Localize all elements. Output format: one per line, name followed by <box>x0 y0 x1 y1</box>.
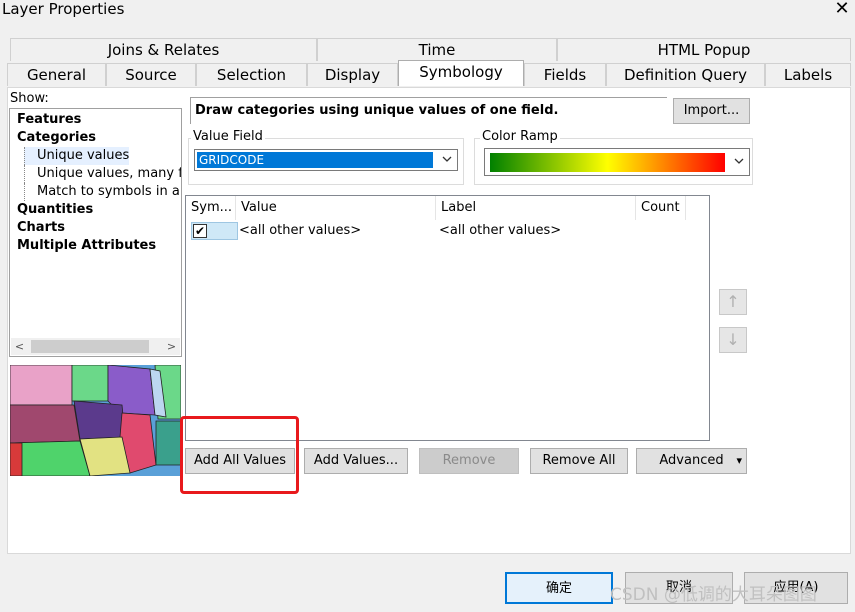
tree-item-multiple-attributes[interactable]: Multiple Attributes <box>17 237 156 255</box>
watermark-text: CSDN @低调的大耳朵图图 <box>610 585 817 605</box>
show-label: Show: <box>10 91 49 106</box>
add-values-button[interactable]: Add Values... <box>304 448 408 474</box>
tree-item-unique-values[interactable]: Unique values <box>24 147 130 165</box>
chevron-down-icon <box>441 153 453 168</box>
tab-source[interactable]: Source <box>106 63 196 86</box>
row-checkbox[interactable]: ✔ <box>193 224 207 238</box>
ok-button[interactable]: 确定 <box>505 572 613 604</box>
row-label: <all other values> <box>439 223 562 238</box>
tab-display[interactable]: Display <box>307 63 398 86</box>
move-up-button[interactable]: ↑ <box>719 289 747 315</box>
tree-item-quantities[interactable]: Quantities <box>17 201 93 219</box>
column-header-symbol[interactable]: Sym... <box>186 196 236 220</box>
tree-item-match-symbols[interactable]: Match to symbols in a sty <box>24 183 181 201</box>
column-header-value[interactable]: Value <box>236 196 436 220</box>
tab-html-popup[interactable]: HTML Popup <box>557 38 851 61</box>
value-field-value: GRIDCODE <box>197 152 433 168</box>
advanced-label: Advanced <box>659 453 724 468</box>
tab-labels[interactable]: Labels <box>765 63 851 86</box>
symbol-swatch[interactable]: ✔ <box>191 222 238 240</box>
remove-all-button[interactable]: Remove All <box>530 448 628 474</box>
column-header-count[interactable]: Count <box>636 196 686 220</box>
chevron-down-icon <box>733 155 745 170</box>
row-value: <all other values> <box>239 223 362 238</box>
arrow-down-icon: ↓ <box>726 330 740 349</box>
column-header-label[interactable]: Label <box>436 196 636 220</box>
dropdown-arrow-icon: ▾ <box>736 454 742 467</box>
tab-fields[interactable]: Fields <box>524 63 606 86</box>
tree-item-categories[interactable]: Categories <box>17 129 96 147</box>
show-tree[interactable]: Features Categories Unique values Unique… <box>9 108 182 357</box>
tab-symbology[interactable]: Symbology <box>398 60 524 86</box>
tree-item-charts[interactable]: Charts <box>17 219 65 237</box>
value-field-select[interactable]: GRIDCODE <box>194 149 458 171</box>
remove-button[interactable]: Remove <box>419 448 519 474</box>
renderer-description: Draw categories using unique values of o… <box>190 97 667 124</box>
color-ramp-select[interactable] <box>484 148 750 176</box>
window-title: Layer Properties <box>2 0 125 18</box>
scroll-left-icon[interactable]: < <box>11 338 28 355</box>
scroll-right-icon[interactable]: > <box>163 338 180 355</box>
close-icon[interactable]: ✕ <box>832 0 852 19</box>
horizontal-scrollbar[interactable]: < > <box>11 338 180 355</box>
tree-item-unique-values-many[interactable]: Unique values, many fiel <box>24 165 181 183</box>
tab-general[interactable]: General <box>7 63 106 86</box>
import-button[interactable]: Import... <box>673 98 750 124</box>
highlight-annotation <box>180 416 299 494</box>
tab-joins-relates[interactable]: Joins & Relates <box>10 38 317 61</box>
tab-time[interactable]: Time <box>317 38 557 61</box>
value-field-label: Value Field <box>191 129 265 144</box>
tab-selection[interactable]: Selection <box>196 63 307 86</box>
tab-definition-query[interactable]: Definition Query <box>606 63 765 86</box>
advanced-button[interactable]: Advanced ▾ <box>636 448 747 474</box>
color-ramp-label: Color Ramp <box>480 129 560 144</box>
color-ramp-swatch <box>490 153 725 172</box>
move-down-button[interactable]: ↓ <box>719 327 747 353</box>
arrow-up-icon: ↑ <box>726 292 740 311</box>
symbol-table[interactable]: Sym... Value Label Count ✔ <all other va… <box>185 195 710 441</box>
preview-map-image <box>10 365 181 476</box>
scrollbar-thumb[interactable] <box>31 340 149 353</box>
tree-item-features[interactable]: Features <box>17 111 81 129</box>
